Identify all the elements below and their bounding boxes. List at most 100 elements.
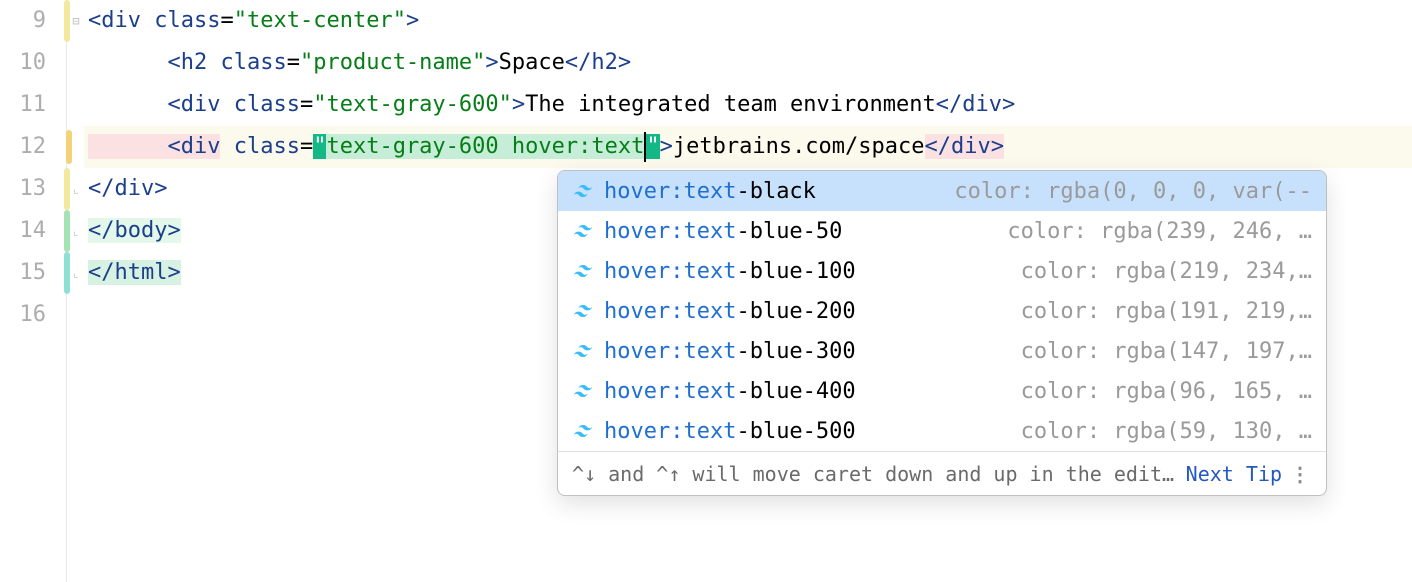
tag-name: div (101, 8, 141, 33)
string-quote: " (646, 134, 659, 159)
autocomplete-item[interactable]: hover:text-blue-500 color: rgba(59, 130,… (558, 411, 1326, 451)
angle-bracket: < (167, 50, 180, 75)
fold-end-icon[interactable]: ⌞ (69, 266, 83, 280)
autocomplete-item[interactable]: hover:text-blue-100 color: rgba(219, 234… (558, 251, 1326, 291)
string-quote: " (313, 134, 326, 159)
tailwind-icon (572, 420, 594, 442)
line-number-gutter: 9 10 11 12 13 14 15 16 (0, 0, 66, 582)
line-number[interactable]: 9 (0, 0, 46, 42)
autocomplete-label: hover:text-blue-500 (604, 419, 856, 444)
string-quote: " (499, 92, 512, 117)
autocomplete-label: hover:text-black (604, 179, 816, 204)
autocomplete-list: hover:text-black color: rgba(0, 0, 0, va… (558, 171, 1326, 451)
angle-bracket: </ (88, 218, 115, 243)
angle-bracket: > (991, 134, 1004, 159)
line-number[interactable]: 16 (0, 294, 46, 336)
string-value: product-name (313, 50, 472, 75)
tag-name: div (181, 92, 221, 117)
more-options-icon[interactable]: ⋮ (1290, 462, 1312, 486)
code-line[interactable]: <div class="text-gray-600">The integrate… (84, 84, 1412, 126)
tag-name: h2 (591, 50, 618, 75)
autocomplete-item[interactable]: hover:text-blue-200 color: rgba(191, 219… (558, 291, 1326, 331)
line-number[interactable]: 15 (0, 252, 46, 294)
text-content: jetbrains.com/space (673, 134, 925, 159)
text-content: Space (499, 50, 565, 75)
code-line[interactable]: <div class="text-center"> (84, 0, 1412, 42)
angle-bracket: > (167, 218, 180, 243)
string-quote: " (472, 50, 485, 75)
space (220, 134, 233, 159)
line-number[interactable]: 11 (0, 84, 46, 126)
tag-name: div (115, 176, 155, 201)
autocomplete-item[interactable]: hover:text-blue-400 color: rgba(96, 165,… (558, 371, 1326, 411)
angle-bracket: > (485, 50, 498, 75)
indent (88, 92, 167, 117)
string-value-typed: hover:text (512, 134, 644, 159)
autocomplete-hint: color: rgba(191, 219,… (1021, 299, 1312, 324)
string-value: text-center (247, 8, 393, 33)
angle-bracket: > (154, 176, 167, 201)
autocomplete-hint: color: rgba(147, 197,… (1021, 339, 1312, 364)
line-number[interactable]: 13 (0, 168, 46, 210)
text-content: The integrated team environment (525, 92, 936, 117)
space (220, 92, 233, 117)
equals: = (220, 8, 233, 33)
angle-bracket: < (88, 8, 101, 33)
angle-bracket: </ (88, 260, 115, 285)
space (141, 8, 154, 33)
angle-bracket: < (167, 134, 180, 159)
tag-name: div (951, 134, 991, 159)
fold-end-icon[interactable]: ⌞ (69, 182, 83, 196)
attr-name: class (220, 50, 286, 75)
equals: = (300, 134, 313, 159)
tag-name: html (115, 260, 168, 285)
angle-bracket: > (167, 260, 180, 285)
tag-name: h2 (181, 50, 208, 75)
code-line-current[interactable]: <div class="text-gray-600 hover:text">je… (84, 126, 1412, 168)
angle-bracket: > (660, 134, 673, 159)
tailwind-icon (572, 380, 594, 402)
angle-bracket: > (1002, 92, 1015, 117)
angle-bracket: < (167, 92, 180, 117)
string-quote: " (313, 92, 326, 117)
angle-bracket: > (406, 8, 419, 33)
angle-bracket: </ (88, 176, 115, 201)
autocomplete-label: hover:text-blue-300 (604, 339, 856, 364)
fold-end-icon[interactable]: ⌞ (69, 224, 83, 238)
tailwind-icon (572, 180, 594, 202)
string-quote: " (300, 50, 313, 75)
fold-toggle-icon[interactable]: ⊟ (69, 14, 83, 28)
angle-bracket: </ (936, 92, 963, 117)
autocomplete-label: hover:text-blue-100 (604, 259, 856, 284)
line-number[interactable]: 10 (0, 42, 46, 84)
angle-bracket: > (618, 50, 631, 75)
next-tip-link[interactable]: Next Tip (1186, 462, 1282, 486)
tailwind-icon (572, 300, 594, 322)
autocomplete-popup: hover:text-black color: rgba(0, 0, 0, va… (557, 170, 1327, 496)
tailwind-icon (572, 260, 594, 282)
autocomplete-hint: color: rgba(0, 0, 0, var(-- (954, 179, 1312, 204)
autocomplete-hint: color: rgba(96, 165, … (1021, 379, 1312, 404)
autocomplete-item[interactable]: hover:text-blue-300 color: rgba(147, 197… (558, 331, 1326, 371)
autocomplete-hint: color: rgba(59, 130, … (1021, 419, 1312, 444)
attr-name: class (234, 92, 300, 117)
tailwind-icon (572, 340, 594, 362)
angle-bracket: > (512, 92, 525, 117)
autocomplete-footer: ^↓ and ^↑ will move caret down and up in… (558, 451, 1326, 495)
line-number[interactable]: 12 (0, 126, 46, 168)
equals: = (300, 92, 313, 117)
autocomplete-tip-text: ^↓ and ^↑ will move caret down and up in… (572, 462, 1178, 486)
code-line[interactable]: <h2 class="product-name">Space</h2> (84, 42, 1412, 84)
autocomplete-label: hover:text-blue-200 (604, 299, 856, 324)
equals: = (287, 50, 300, 75)
indent (88, 134, 167, 159)
autocomplete-item[interactable]: hover:text-black color: rgba(0, 0, 0, va… (558, 171, 1326, 211)
string-value: text-gray-600 (326, 92, 498, 117)
tag-name: body (115, 218, 168, 243)
tag-name: div (181, 134, 221, 159)
string-value: text-gray-600 (326, 134, 511, 159)
autocomplete-label: hover:text-blue-400 (604, 379, 856, 404)
line-number[interactable]: 14 (0, 210, 46, 252)
tailwind-icon (572, 220, 594, 242)
autocomplete-item[interactable]: hover:text-blue-50 color: rgba(239, 246,… (558, 211, 1326, 251)
